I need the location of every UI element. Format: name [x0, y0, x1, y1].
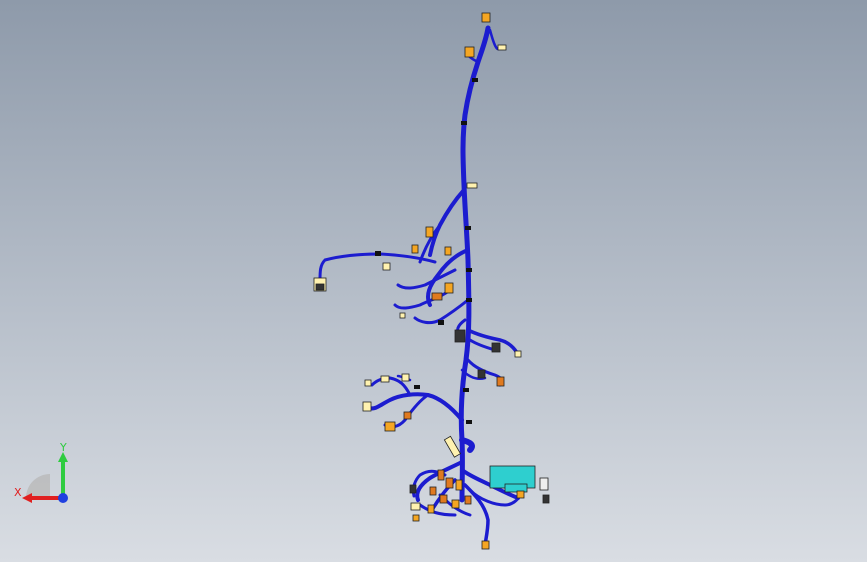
wire-harness-model[interactable] — [0, 0, 867, 562]
connector[interactable] — [443, 435, 462, 458]
x-axis-label: X — [14, 486, 22, 499]
connector[interactable] — [497, 44, 507, 51]
connector[interactable] — [516, 490, 525, 499]
y-axis-label: Y — [59, 441, 67, 454]
connector[interactable] — [410, 502, 421, 511]
connector[interactable] — [445, 477, 454, 489]
connector[interactable] — [412, 514, 420, 522]
connector[interactable] — [425, 226, 434, 238]
connector[interactable] — [454, 329, 466, 343]
connector[interactable] — [409, 484, 417, 494]
connector[interactable] — [362, 401, 372, 412]
connector[interactable] — [496, 376, 505, 387]
connector-pin — [315, 283, 325, 291]
connector[interactable] — [403, 411, 412, 420]
connector[interactable] — [481, 540, 490, 550]
connector[interactable] — [382, 262, 391, 271]
connector[interactable] — [481, 12, 491, 23]
connector[interactable] — [444, 282, 454, 294]
connector[interactable] — [466, 182, 478, 189]
connector[interactable] — [455, 479, 463, 491]
connector[interactable] — [464, 495, 472, 505]
connector[interactable] — [464, 46, 475, 58]
connector[interactable] — [542, 494, 550, 504]
coordinate-triad: Y X — [10, 440, 80, 510]
connector[interactable] — [364, 379, 372, 387]
connector[interactable] — [380, 375, 390, 383]
connector[interactable] — [439, 494, 448, 504]
connector[interactable] — [429, 486, 437, 496]
connector[interactable] — [384, 421, 396, 432]
connector[interactable] — [491, 342, 501, 353]
connector[interactable] — [477, 369, 486, 379]
connector[interactable] — [437, 469, 445, 481]
connector[interactable] — [411, 244, 419, 254]
connector[interactable] — [427, 504, 435, 514]
connector[interactable] — [539, 477, 549, 491]
connector[interactable] — [451, 499, 460, 509]
connector[interactable] — [444, 246, 452, 256]
graphics-viewport[interactable]: Y X — [0, 0, 867, 562]
connector[interactable] — [401, 373, 410, 382]
connector[interactable] — [514, 350, 522, 358]
connector[interactable] — [431, 292, 443, 301]
connector[interactable] — [399, 312, 406, 319]
z-axis-dot — [58, 493, 68, 503]
